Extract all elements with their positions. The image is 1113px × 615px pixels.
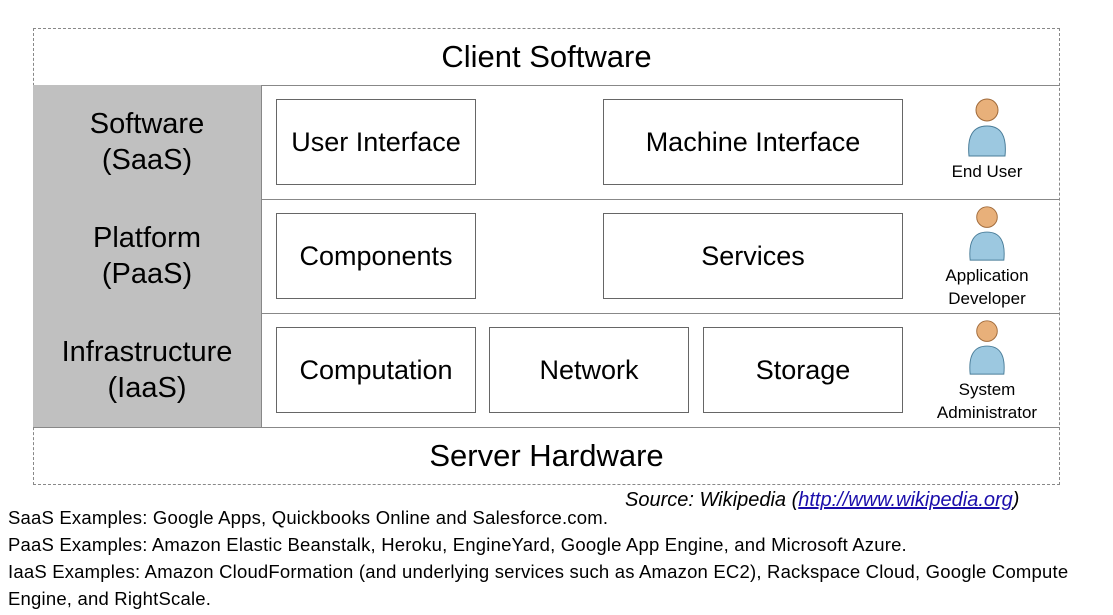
paas-examples: PaaS Examples: Amazon Elastic Beanstalk,…: [8, 534, 907, 555]
application-developer-actor: Application Developer: [920, 204, 1054, 310]
actor-label: Application: [945, 266, 1029, 285]
person-icon: [969, 206, 1005, 261]
layer-name: Software: [89, 108, 205, 140]
layer-abbr: (IaaS): [107, 372, 187, 404]
person-icon: [968, 98, 1006, 157]
saas-examples: SaaS Examples: Google Apps, Quickbooks O…: [8, 507, 609, 528]
computation-box: Computation: [276, 327, 476, 413]
layer-abbr: (PaaS): [101, 258, 193, 290]
services-box: Services: [603, 213, 903, 299]
user-interface-box: User Interface: [276, 99, 476, 185]
wikipedia-link[interactable]: http://www.wikipedia.org: [798, 489, 1013, 511]
iaas-examples-continued: Engine, and RightScale.: [8, 588, 212, 609]
actor-label: Administrator: [936, 403, 1038, 422]
actor-label: Developer: [948, 289, 1026, 308]
network-box: Network: [489, 327, 689, 413]
person-icon: [969, 320, 1005, 375]
layer-name: Platform: [93, 222, 201, 254]
paas-label: Platform (PaaS): [33, 199, 262, 313]
server-hardware-band: Server Hardware: [33, 427, 1060, 484]
actor-label: System: [958, 380, 1016, 399]
storage-box: Storage: [703, 327, 903, 413]
source-suffix: ): [1012, 489, 1020, 511]
saas-label: Software (SaaS): [33, 85, 262, 199]
end-user-actor: End User: [920, 96, 1054, 183]
client-software-band: Client Software: [441, 38, 652, 74]
components-box: Components: [276, 213, 476, 299]
source-prefix: Source: Wikipedia (: [625, 489, 799, 511]
iaas-examples: IaaS Examples: Amazon CloudFormation (an…: [8, 561, 1069, 582]
system-administrator-actor: System Administrator: [920, 318, 1054, 424]
layer-abbr: (SaaS): [101, 144, 193, 176]
machine-interface-box: Machine Interface: [603, 99, 903, 185]
source-caption: Source: Wikipedia (http://www.wikipedia.…: [625, 489, 1019, 512]
actor-label: End User: [951, 162, 1023, 181]
layer-name: Infrastructure: [61, 336, 233, 368]
iaas-label: Infrastructure (IaaS): [33, 313, 262, 427]
